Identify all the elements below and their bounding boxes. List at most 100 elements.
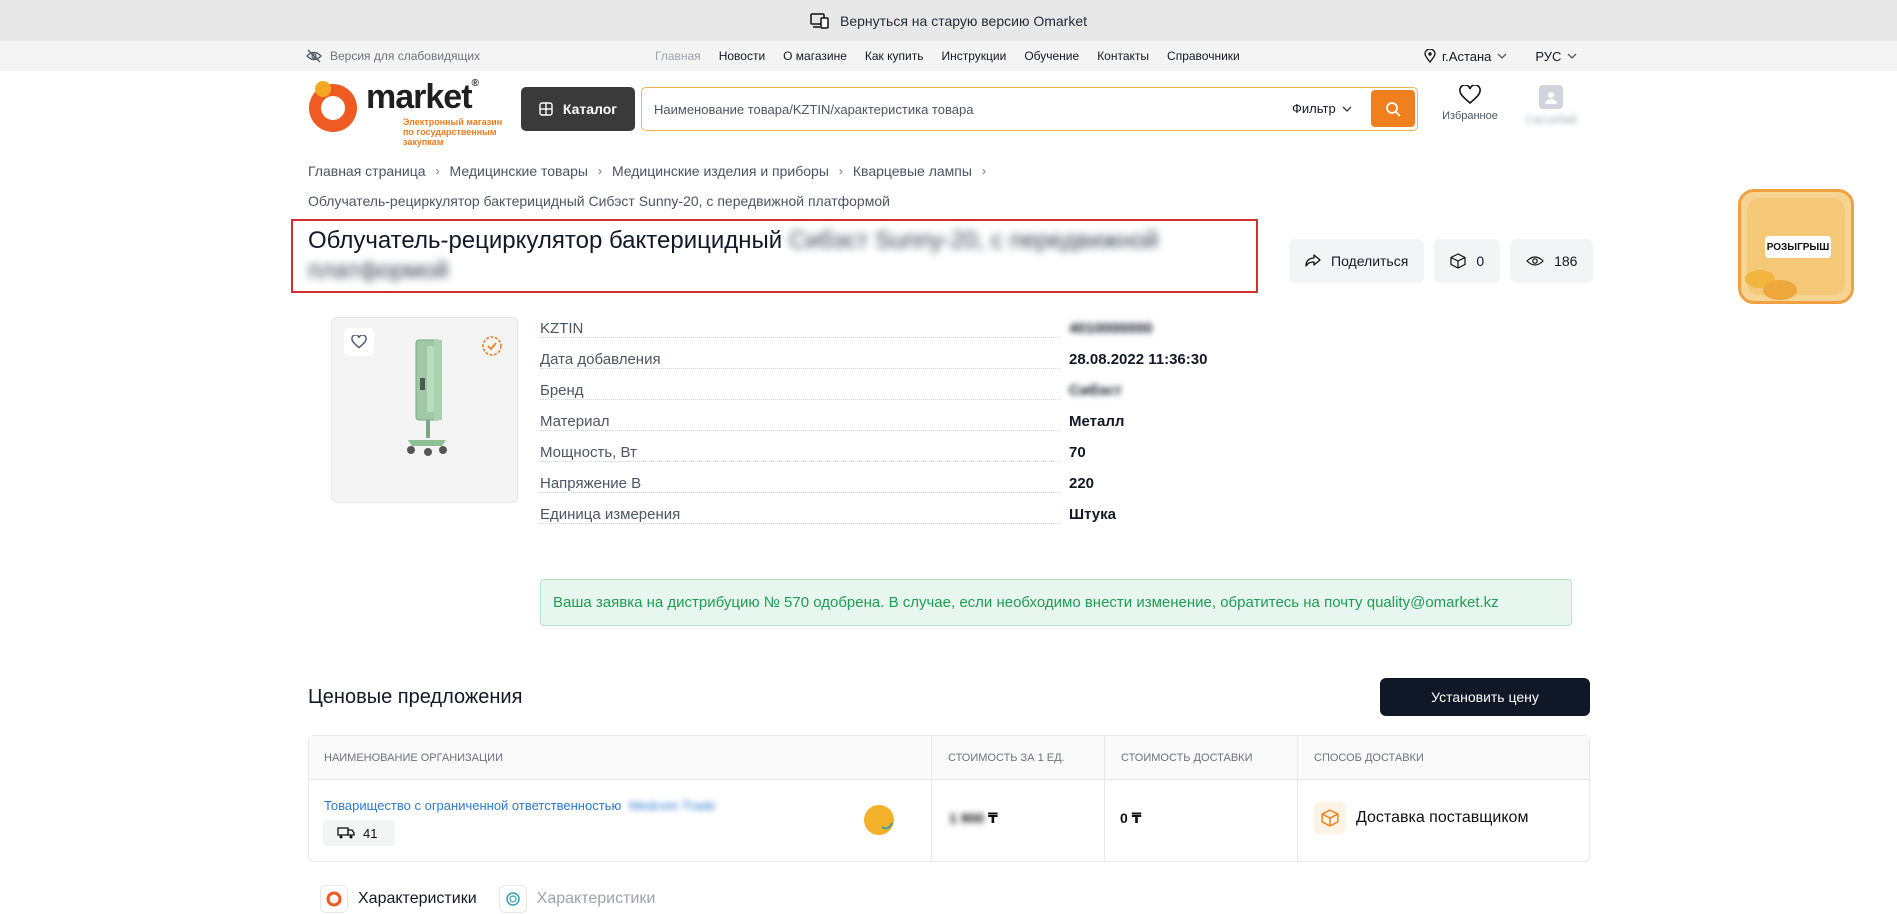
- column-divider: [1297, 736, 1298, 861]
- search-input[interactable]: [654, 97, 1254, 121]
- nav-home[interactable]: Главная: [655, 49, 701, 63]
- spec-key: Дата добавления: [540, 351, 667, 368]
- package-count-value: 0: [1476, 253, 1485, 269]
- nav-references[interactable]: Справочники: [1167, 49, 1240, 63]
- spec-row: KZTIN 4010000000: [540, 320, 1590, 344]
- organization-name: Medcom Trade: [628, 798, 716, 813]
- omarket-icon: [320, 885, 348, 913]
- tab-label: Характеристики: [358, 890, 477, 907]
- favorites-label: Избранное: [1442, 110, 1498, 122]
- set-price-button[interactable]: Установить цену: [1380, 678, 1590, 716]
- breadcrumb-item[interactable]: Главная страница: [308, 163, 426, 179]
- spec-key: Напряжение В: [540, 475, 648, 492]
- spec-row: Напряжение В 220: [540, 475, 1590, 499]
- package-count[interactable]: 0: [1434, 239, 1501, 283]
- eye-icon: [1526, 256, 1544, 266]
- promo-label: РОЗЫГРЫШ: [1765, 236, 1831, 258]
- search-icon: [1386, 101, 1401, 117]
- breadcrumb-item[interactable]: Кварцевые лампы: [853, 163, 972, 179]
- spec-row: Дата добавления 28.08.2022 11:36:30: [540, 351, 1590, 375]
- truck-icon: [337, 827, 355, 839]
- coin-icon: [1763, 280, 1797, 300]
- nav-about[interactable]: О магазине: [783, 49, 847, 63]
- column-header: Стоимость за 1 ед.: [948, 752, 1065, 764]
- organization-link[interactable]: Товарищество с ограниченной ответственно…: [324, 798, 716, 813]
- city-label: г.Астана: [1442, 48, 1492, 64]
- low-vision-label: Версия для слабовидящих: [330, 49, 481, 63]
- spec-key: KZTIN: [540, 320, 590, 337]
- top-nav: Главная Новости О магазине Как купить Ин…: [655, 41, 1240, 71]
- dotted-leader: [540, 461, 1060, 462]
- column-header: Стоимость доставки: [1121, 752, 1253, 764]
- filter-label: Фильтр: [1292, 101, 1336, 116]
- chevron-down-icon: [1497, 53, 1507, 59]
- catalog-button[interactable]: Каталог: [521, 87, 635, 131]
- share-button[interactable]: Поделиться: [1289, 239, 1425, 283]
- product-tabs: Характеристики Характеристики: [320, 884, 655, 914]
- breadcrumb-current: Облучатель-рециркулятор бактерицидный Си…: [308, 193, 890, 209]
- organization-type: Товарищество с ограниченной ответственно…: [324, 798, 622, 813]
- nav-news[interactable]: Новости: [719, 49, 765, 63]
- chevron-right-icon: ›: [981, 164, 986, 178]
- logo-tagline: Электронный магазин по государственным з…: [403, 117, 503, 147]
- tab-label: Характеристики: [536, 890, 656, 907]
- nav-instructions[interactable]: Инструкции: [941, 49, 1006, 63]
- package-icon: [1314, 802, 1346, 834]
- main-header: market® Электронный магазин по государст…: [0, 71, 1897, 147]
- column-header: Наименование организации: [324, 752, 503, 764]
- breadcrumb-item[interactable]: Медицинские товары: [450, 163, 588, 179]
- table-header: Наименование организации Стоимость за 1 …: [309, 736, 1589, 780]
- city-selector[interactable]: г.Астана: [1424, 49, 1507, 64]
- title-text: Облучатель-рециркулятор бактерицидный: [308, 227, 783, 254]
- offers-heading: Ценовые предложения: [308, 686, 523, 708]
- catalog-label: Каталог: [562, 101, 618, 117]
- tab-characteristics-alt[interactable]: Характеристики: [498, 884, 656, 914]
- chevron-down-icon: [1567, 53, 1577, 59]
- spec-row: Мощность, Вт 70: [540, 444, 1590, 468]
- search-button[interactable]: [1371, 90, 1415, 127]
- distribution-notice: Ваша заявка на дистрибуцию № 570 одобрен…: [540, 579, 1572, 626]
- filter-dropdown[interactable]: Фильтр: [1292, 88, 1352, 129]
- add-to-favorites-button[interactable]: [344, 328, 374, 356]
- product-image-card[interactable]: [331, 317, 518, 503]
- old-version-banner[interactable]: Вернуться на старую версию Omarket: [0, 0, 1897, 41]
- user-menu[interactable]: Сасыкбай: [1511, 85, 1591, 126]
- offers-table: Наименование организации Стоимость за 1 …: [308, 735, 1590, 862]
- breadcrumb-item[interactable]: Медицинские изделия и приборы: [612, 163, 829, 179]
- language-selector[interactable]: РУС: [1535, 49, 1577, 64]
- organization-logo-icon: [864, 805, 894, 835]
- spec-value: Штука: [1069, 506, 1116, 523]
- views-value: 186: [1554, 253, 1578, 269]
- delivery-method-label: Доставка поставщиком: [1356, 809, 1529, 826]
- box-icon: [1450, 253, 1466, 269]
- grid-icon: [539, 102, 553, 116]
- favorites-button[interactable]: Избранное: [1437, 85, 1503, 122]
- chevron-right-icon: ›: [435, 164, 440, 178]
- spec-value: 4010000000: [1069, 320, 1153, 337]
- share-icon: [1305, 254, 1321, 267]
- language-label: РУС: [1535, 48, 1562, 64]
- spec-key: Мощность, Вт: [540, 444, 643, 461]
- page-title: Облучатель-рециркулятор бактерицидный Си…: [308, 226, 1248, 286]
- nav-training[interactable]: Обучение: [1024, 49, 1079, 63]
- spec-row: Материал Металл: [540, 413, 1590, 437]
- spec-key: Бренд: [540, 382, 590, 399]
- nav-contacts[interactable]: Контакты: [1097, 49, 1149, 63]
- omarket-logo[interactable]: market® Электронный магазин по государст…: [306, 78, 502, 147]
- search-bar: Фильтр: [641, 87, 1418, 131]
- dotted-leader: [540, 399, 1060, 400]
- tab-characteristics[interactable]: Характеристики: [320, 884, 477, 914]
- logo-mark-icon: [309, 81, 357, 132]
- spec-value: 28.08.2022 11:36:30: [1069, 351, 1208, 368]
- delivery-method: Доставка поставщиком: [1314, 802, 1528, 834]
- logo-wordmark: market®: [366, 78, 479, 116]
- devices-icon: [810, 12, 829, 29]
- dotted-leader: [540, 430, 1060, 431]
- lottery-promo[interactable]: РОЗЫГРЫШ: [1738, 189, 1854, 304]
- nav-how-to-buy[interactable]: Как купить: [865, 49, 924, 63]
- heart-icon: [1459, 85, 1481, 105]
- old-version-link[interactable]: Вернуться на старую версию Omarket: [840, 13, 1087, 29]
- product-photo: [407, 339, 447, 456]
- low-vision-toggle[interactable]: Версия для слабовидящих: [306, 41, 480, 71]
- spec-value: Металл: [1069, 413, 1125, 430]
